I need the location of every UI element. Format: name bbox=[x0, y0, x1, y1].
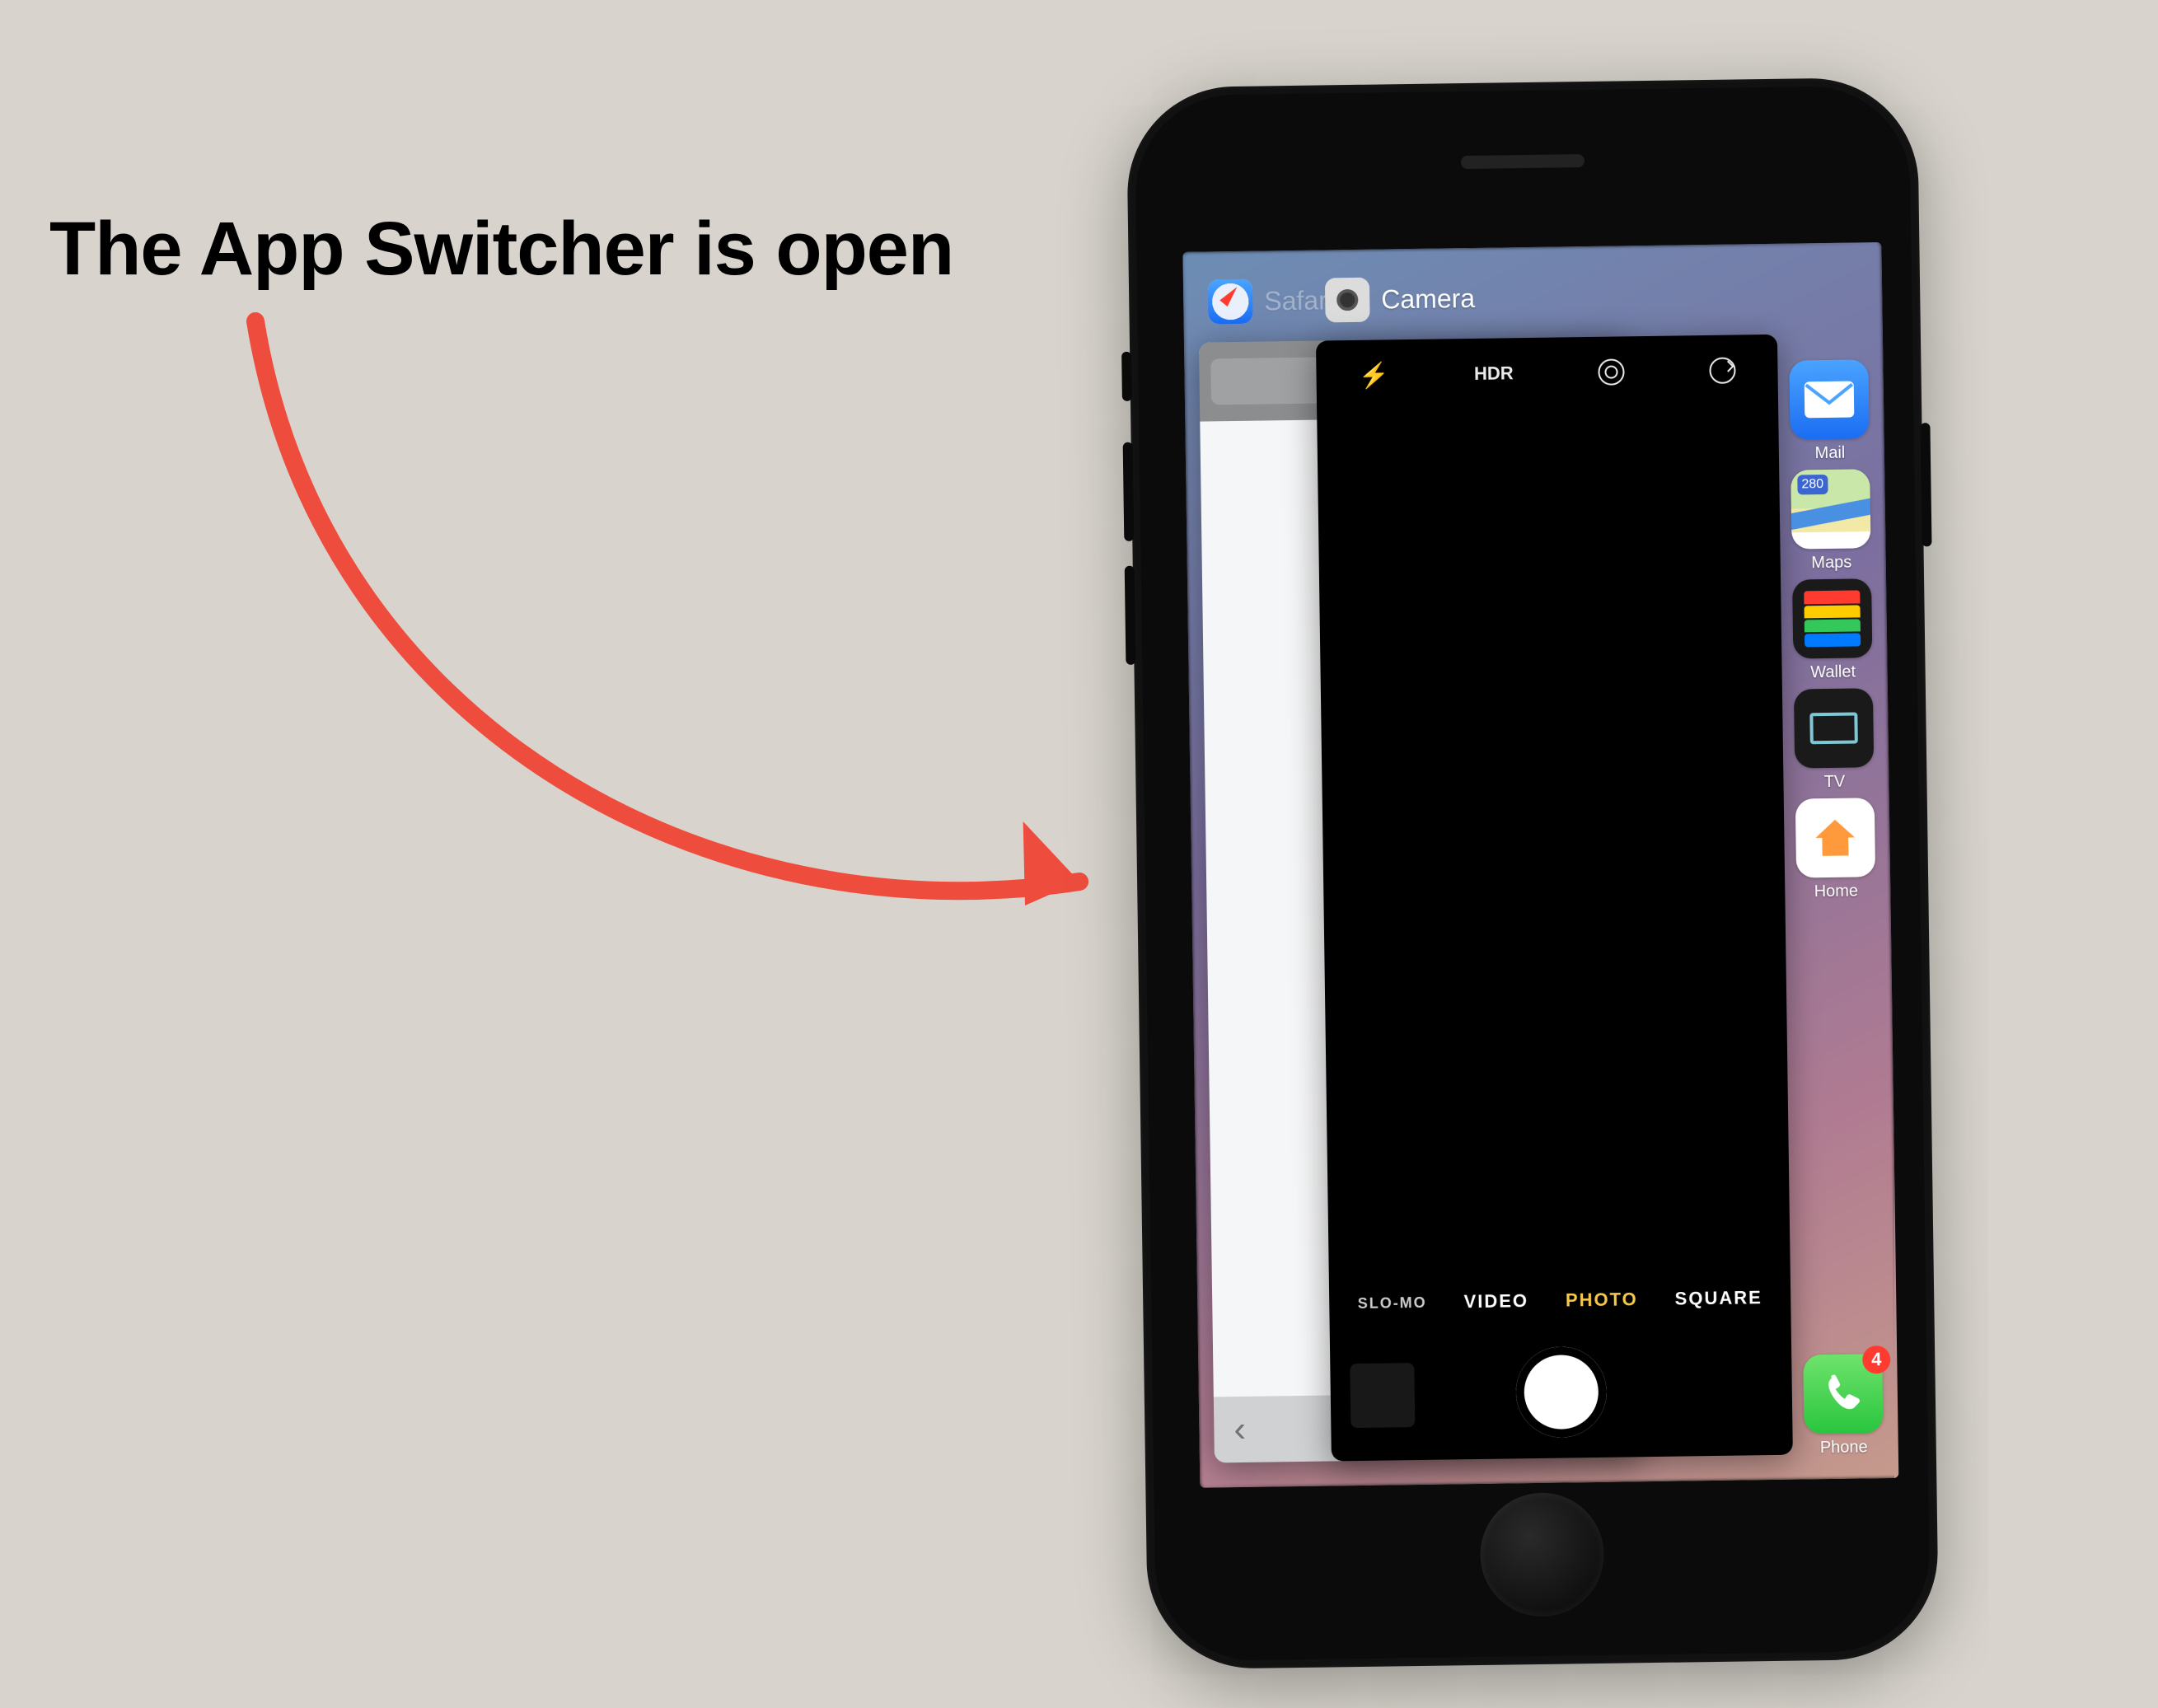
app-label-mail: Mail bbox=[1814, 444, 1845, 464]
app-maps[interactable]: Maps bbox=[1784, 469, 1878, 573]
card-label-safari: Safari bbox=[1264, 285, 1333, 316]
hdr-toggle[interactable]: HDR bbox=[1474, 363, 1514, 385]
mode-photo[interactable]: PHOTO bbox=[1566, 1289, 1638, 1311]
shutter-button[interactable] bbox=[1515, 1346, 1608, 1439]
camera-bottom-controls bbox=[1330, 1323, 1793, 1462]
app-mail[interactable]: Mail bbox=[1782, 359, 1876, 464]
card-label-camera: Camera bbox=[1381, 283, 1475, 315]
annotation-arrow bbox=[198, 264, 1187, 1005]
phone-app-icon: 4 bbox=[1803, 1354, 1883, 1434]
screen[interactable]: Safari ‹ Camera bbox=[1182, 242, 1898, 1488]
mode-slomo[interactable]: SLO-MO bbox=[1358, 1294, 1427, 1312]
card-header-safari: Safari bbox=[1208, 278, 1333, 324]
mode-square[interactable]: SQUARE bbox=[1674, 1287, 1762, 1309]
power-button[interactable] bbox=[1920, 423, 1931, 546]
iphone-device: Safari ‹ Camera bbox=[1126, 77, 1940, 1669]
app-label-maps: Maps bbox=[1811, 554, 1851, 573]
mute-switch[interactable] bbox=[1121, 352, 1132, 401]
camera-mode-strip[interactable]: SLO-MO VIDEO PHOTO SQUARE bbox=[1329, 1287, 1791, 1315]
app-tv[interactable]: TV bbox=[1787, 688, 1881, 793]
mail-icon bbox=[1789, 359, 1869, 439]
timer-icon[interactable] bbox=[1709, 358, 1735, 384]
app-wallet[interactable]: Wallet bbox=[1786, 578, 1879, 683]
app-home[interactable]: Home bbox=[1789, 798, 1883, 902]
app-card-camera[interactable]: ⚡ HDR SLO-MO VIDEO PHOTO SQUARE bbox=[1316, 335, 1793, 1462]
volume-down[interactable] bbox=[1125, 566, 1136, 665]
tv-icon bbox=[1794, 688, 1874, 768]
camera-icon bbox=[1325, 278, 1370, 323]
app-label-phone: Phone bbox=[1820, 1438, 1868, 1458]
dock[interactable]: 4 Phone bbox=[1796, 1354, 1890, 1458]
mode-video[interactable]: VIDEO bbox=[1463, 1290, 1528, 1313]
wallet-icon bbox=[1792, 578, 1872, 658]
last-photo-thumbnail[interactable] bbox=[1350, 1363, 1415, 1428]
flash-icon[interactable]: ⚡ bbox=[1359, 361, 1390, 391]
camera-top-controls: ⚡ HDR bbox=[1316, 335, 1778, 412]
card-header-camera: Camera bbox=[1325, 276, 1476, 323]
home-button[interactable] bbox=[1480, 1492, 1605, 1617]
app-label-home: Home bbox=[1814, 882, 1859, 901]
phone-badge: 4 bbox=[1862, 1345, 1890, 1373]
safari-icon bbox=[1208, 279, 1253, 325]
home-app-icon bbox=[1795, 798, 1875, 877]
app-phone[interactable]: 4 Phone bbox=[1796, 1354, 1890, 1458]
earpiece-speaker bbox=[1461, 154, 1585, 169]
volume-up[interactable] bbox=[1123, 442, 1135, 541]
phone-bezel: Safari ‹ Camera bbox=[1135, 86, 1931, 1662]
app-label-tv: TV bbox=[1824, 773, 1846, 792]
app-label-wallet: Wallet bbox=[1810, 663, 1856, 683]
live-photo-icon[interactable] bbox=[1598, 358, 1624, 385]
back-icon: ‹ bbox=[1233, 1409, 1246, 1450]
maps-icon bbox=[1791, 469, 1870, 549]
home-screen-icons[interactable]: Mail Maps Wallet bbox=[1782, 359, 1882, 901]
